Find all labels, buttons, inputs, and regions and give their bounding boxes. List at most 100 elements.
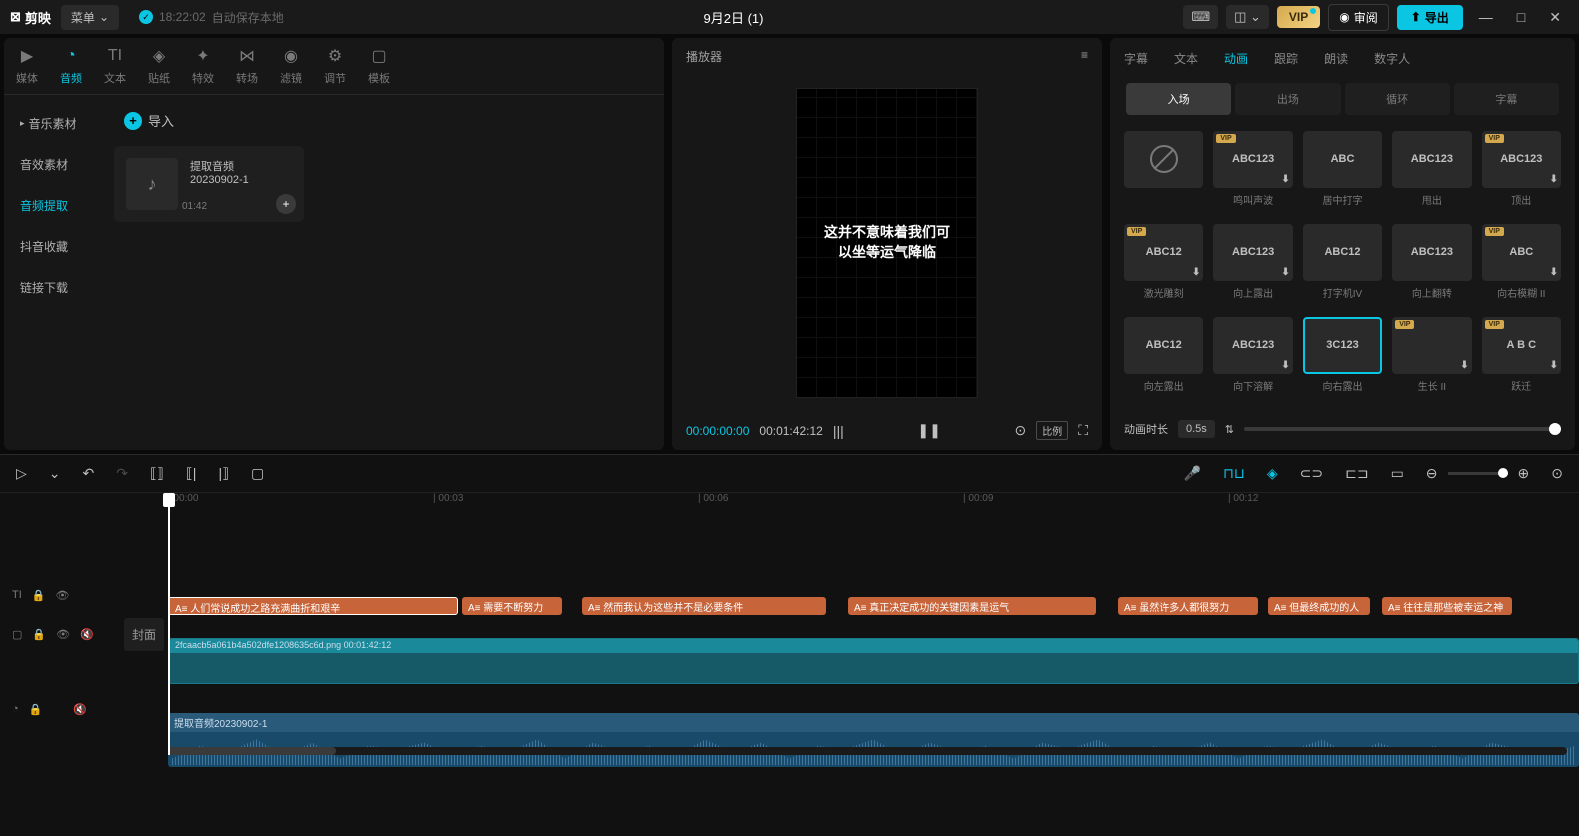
mute-icon[interactable]: 🔇 [80,628,94,641]
property-tab-字幕[interactable]: 字幕 [1124,50,1148,67]
anim-item-3[interactable]: ABC123甩出 [1392,131,1471,214]
anim-item-6[interactable]: ABC123⬇向上露出 [1213,224,1292,307]
anim-item-13[interactable]: VIP⬇生长 II [1392,317,1471,400]
lock-icon[interactable]: 🔒 [32,628,46,641]
text-clip-3[interactable]: A≡ 真正决定成功的关键因素是运气 [848,597,1096,615]
review-button[interactable]: ◉ 审阅 [1328,4,1389,31]
anim-item-2[interactable]: ABC居中打字 [1303,131,1382,214]
preview-button[interactable]: ▭ [1387,461,1408,486]
keyboard-button[interactable]: ⌨ [1183,5,1218,29]
redo-button[interactable]: ↷ [112,461,132,486]
audio-clip[interactable]: 提取音频20230902-1 [168,713,1579,767]
audio-track-icon[interactable]: ◔ [12,703,19,715]
lock-icon[interactable]: 🔒 [32,589,46,602]
property-tab-跟踪[interactable]: 跟踪 [1274,50,1298,67]
playhead[interactable] [168,493,170,755]
snap-button[interactable]: ◈ [1263,461,1282,486]
anim-item-5[interactable]: VIPABC12⬇激光雕刻 [1124,224,1203,307]
timeline-ruler[interactable]: | 00:00| 00:03| 00:06| 00:09| 00:12 [168,493,1579,513]
import-button[interactable]: + 导入 [114,105,184,136]
video-track-icon[interactable]: ▢ [12,628,22,641]
vip-button[interactable]: VIP [1277,6,1320,28]
sidebar-item-4[interactable]: 链接下载 [12,269,96,306]
eye-icon[interactable]: 👁 [55,589,69,602]
text-clip-4[interactable]: A≡ 虽然许多人都很努力 [1118,597,1258,615]
nav-tab-媒体[interactable]: ▶媒体 [16,46,38,86]
text-clip-2[interactable]: A≡ 然而我认为这些并不是必要条件 [582,597,826,615]
pause-button[interactable]: ❚❚ [917,422,940,439]
delete-tool[interactable]: ▢ [247,461,268,486]
subtab-字幕[interactable]: 字幕 [1454,83,1559,115]
nav-tab-模板[interactable]: ▢模板 [368,46,390,86]
layout-button[interactable]: ◫ ⌄ [1226,5,1269,29]
sidebar-item-0[interactable]: ▸音乐素材 [12,105,96,142]
sidebar-item-3[interactable]: 抖音收藏 [12,228,96,265]
property-tab-文本[interactable]: 文本 [1174,50,1198,67]
text-track-icon[interactable]: TI [12,589,22,601]
nav-tab-文本[interactable]: TI文本 [104,46,126,86]
minimize-button[interactable]: — [1471,5,1501,29]
mute-icon[interactable]: 🔇 [73,703,87,716]
split-tool[interactable]: ⟦⟧ [146,461,168,486]
anim-item-1[interactable]: VIPABC123⬇鸣叫声波 [1213,131,1292,214]
mic-button[interactable]: 🎤 [1180,461,1205,486]
anim-item-9[interactable]: VIPABC⬇向右模糊 II [1482,224,1561,307]
video-clip[interactable]: 2fcaacb5a061b4a502dfe1208635c6d.png 00:0… [168,638,1579,684]
stepper-icon[interactable]: ⇅ [1225,423,1234,436]
fullscreen-icon[interactable]: ⛶ [1078,422,1088,439]
close-button[interactable]: ✕ [1541,5,1569,30]
subtab-出场[interactable]: 出场 [1235,83,1340,115]
split-right-tool[interactable]: |⟧ [214,461,233,486]
nav-tab-转场[interactable]: ⋈转场 [236,46,258,86]
anim-item-11[interactable]: ABC123⬇向下溶解 [1213,317,1292,400]
align-button[interactable]: ⊏⊐ [1341,461,1372,486]
nav-tab-贴纸[interactable]: ◈贴纸 [148,46,170,86]
anim-item-7[interactable]: ABC12打字机IV [1303,224,1382,307]
property-tab-动画[interactable]: 动画 [1224,50,1248,67]
nav-tab-滤镜[interactable]: ◉滤镜 [280,46,302,86]
zoom-in-button[interactable]: ⊕ [1514,461,1534,486]
duration-value[interactable]: 0.5s [1178,420,1215,438]
scan-icon[interactable]: ⊙ [1014,422,1026,439]
text-clip-0[interactable]: A≡ 人们常说成功之路充满曲折和艰辛 [168,597,458,615]
compare-icon[interactable]: ||| [833,423,844,439]
split-left-tool[interactable]: ⟦| [182,461,201,486]
sidebar-item-2[interactable]: 音频提取 [12,187,96,224]
preview-menu-icon[interactable]: ≡ [1081,48,1088,65]
duration-slider[interactable] [1244,427,1561,431]
anim-item-12[interactable]: 3C123向右露出 [1303,317,1382,400]
subtab-循环[interactable]: 循环 [1345,83,1450,115]
zoom-fit-button[interactable]: ⊙ [1547,461,1567,486]
magnet-button[interactable]: ⊓⊔ [1219,461,1249,486]
timeline-scrollbar[interactable] [168,747,1567,755]
eye-icon[interactable]: 👁 [56,628,70,641]
link-button[interactable]: ⊂⊃ [1296,461,1327,486]
select-tool[interactable]: ▷ [12,461,31,486]
ratio-button[interactable]: 比例 [1036,421,1068,440]
text-clip-6[interactable]: A≡ 往往是那些被幸运之神 [1382,597,1512,615]
video-frame[interactable]: 这并不意味着我们可 以坐等运气降临 [796,88,978,398]
zoom-slider[interactable] [1448,472,1508,475]
property-tab-数字人[interactable]: 数字人 [1374,50,1410,67]
select-dropdown[interactable]: ⌄ [45,461,65,486]
property-tab-朗读[interactable]: 朗读 [1324,50,1348,67]
anim-item-14[interactable]: VIPA B C⬇跃迁 [1482,317,1561,400]
lock-icon[interactable]: 🔒 [29,703,43,716]
subtab-入场[interactable]: 入场 [1126,83,1231,115]
cover-button[interactable]: 封面 [124,618,164,651]
undo-button[interactable]: ↶ [79,461,99,486]
sidebar-item-1[interactable]: 音效素材 [12,146,96,183]
text-clip-5[interactable]: A≡ 但最终成功的人 [1268,597,1370,615]
nav-tab-音频[interactable]: ◔音频 [60,46,82,86]
add-media-button[interactable]: + [276,194,296,214]
menu-button[interactable]: 菜单 ⌄ [61,5,119,30]
anim-item-8[interactable]: ABC123向上翻转 [1392,224,1471,307]
media-card[interactable]: ♪ 提取音频 20230902-1 01:42 + [114,146,304,222]
anim-item-10[interactable]: ABC12向左露出 [1124,317,1203,400]
anim-item-4[interactable]: VIPABC123⬇顶出 [1482,131,1561,214]
nav-tab-特效[interactable]: ✦特效 [192,46,214,86]
zoom-out-button[interactable]: ⊖ [1422,461,1442,486]
anim-item-0[interactable] [1124,131,1203,214]
text-clip-1[interactable]: A≡ 需要不断努力 [462,597,562,615]
maximize-button[interactable]: □ [1509,5,1533,29]
